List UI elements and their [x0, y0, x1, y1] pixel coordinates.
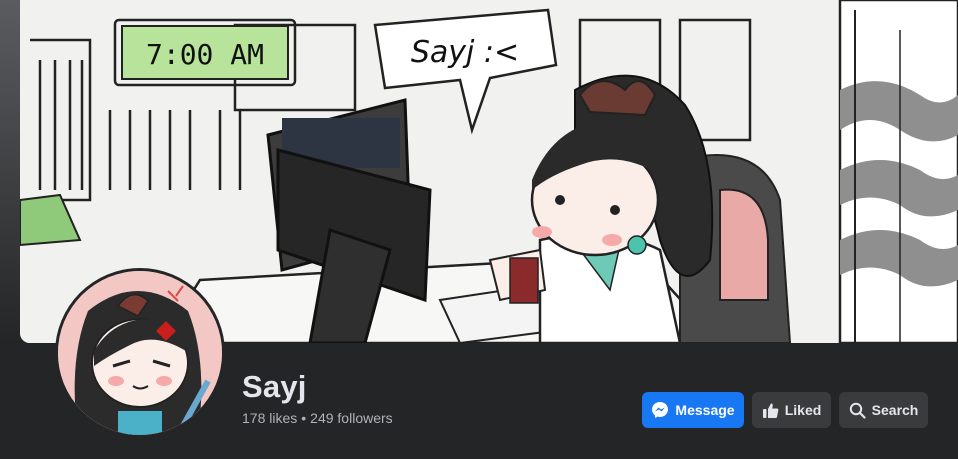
speech-text: Sayj :<: [411, 35, 519, 70]
page-title: Sayj: [242, 369, 307, 404]
followers-count[interactable]: 249 followers: [310, 410, 393, 426]
stats-separator: •: [301, 410, 307, 426]
messenger-icon: [651, 401, 669, 419]
profile-avatar[interactable]: [58, 271, 222, 435]
liked-button[interactable]: Liked: [752, 392, 831, 428]
message-button-label: Message: [675, 402, 735, 418]
search-button-label: Search: [871, 402, 919, 418]
clock-sign: 7:00 AM: [113, 18, 297, 87]
message-button[interactable]: Message: [642, 392, 744, 428]
search-icon: [849, 402, 866, 419]
liked-button-label: Liked: [784, 402, 822, 418]
clock-text: 7:00 AM: [146, 38, 264, 71]
thumbs-up-icon: [762, 402, 779, 419]
search-button[interactable]: Search: [839, 392, 928, 428]
likes-count[interactable]: 178 likes: [242, 410, 297, 426]
avatar-illustration: [58, 271, 222, 435]
page-stats: 178 likes • 249 followers: [242, 410, 393, 426]
